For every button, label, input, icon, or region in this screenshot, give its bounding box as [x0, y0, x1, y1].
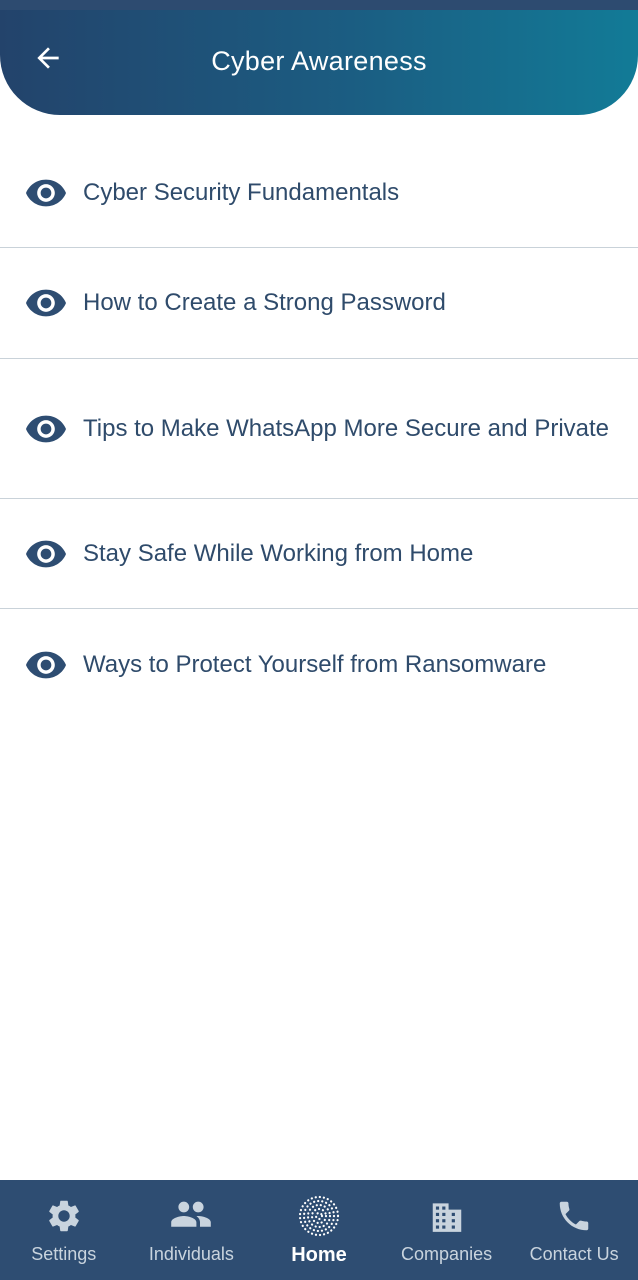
list-item-label: Cyber Security Fundamentals [83, 178, 400, 206]
nav-label: Individuals [148, 1244, 234, 1264]
people-icon [169, 1194, 213, 1238]
list-item[interactable]: Stay Safe While Working from Home [0, 499, 638, 609]
nav-label: Companies [401, 1244, 493, 1264]
eye-icon [26, 179, 68, 207]
gear-icon [45, 1194, 83, 1238]
article-list: Cyber Security Fundamentals How to Creat… [0, 138, 638, 720]
nav-item-contact-us[interactable]: Contact Us [510, 1180, 638, 1280]
building-icon [428, 1194, 466, 1238]
page-title: Cyber Awareness [211, 46, 427, 76]
app-header: Cyber Awareness [0, 10, 638, 115]
eye-icon [26, 651, 68, 679]
list-item[interactable]: Ways to Protect Yourself from Ransomware [0, 609, 638, 720]
list-item[interactable]: Cyber Security Fundamentals [0, 138, 638, 248]
nav-item-individuals[interactable]: Individuals [128, 1180, 256, 1280]
eye-icon [26, 289, 68, 317]
nav-item-companies[interactable]: Companies [383, 1180, 511, 1280]
list-item-label: How to Create a Strong Password [83, 289, 446, 316]
nav-label: Home [291, 1244, 347, 1266]
status-bar [0, 0, 638, 10]
nav-item-home[interactable]: Home [255, 1180, 383, 1280]
eye-icon [26, 540, 68, 568]
list-item[interactable]: Tips to Make WhatsApp More Secure and Pr… [0, 359, 638, 499]
nav-label: Contact Us [529, 1244, 619, 1264]
list-item-label: Stay Safe While Working from Home [83, 539, 474, 567]
list-item-label: Tips to Make WhatsApp More Secure and Pr… [83, 414, 610, 442]
phone-icon [555, 1194, 593, 1238]
eye-icon [26, 415, 68, 443]
list-item[interactable]: How to Create a Strong Password [0, 248, 638, 359]
nav-item-settings[interactable]: Settings [0, 1180, 128, 1280]
list-item-label: Ways to Protect Yourself from Ransomware [83, 650, 547, 678]
bottom-navigation: Settings Individuals Home Companies Cont… [0, 1180, 638, 1280]
nav-label: Settings [31, 1244, 97, 1264]
fingerprint-dots-icon [297, 1194, 341, 1238]
